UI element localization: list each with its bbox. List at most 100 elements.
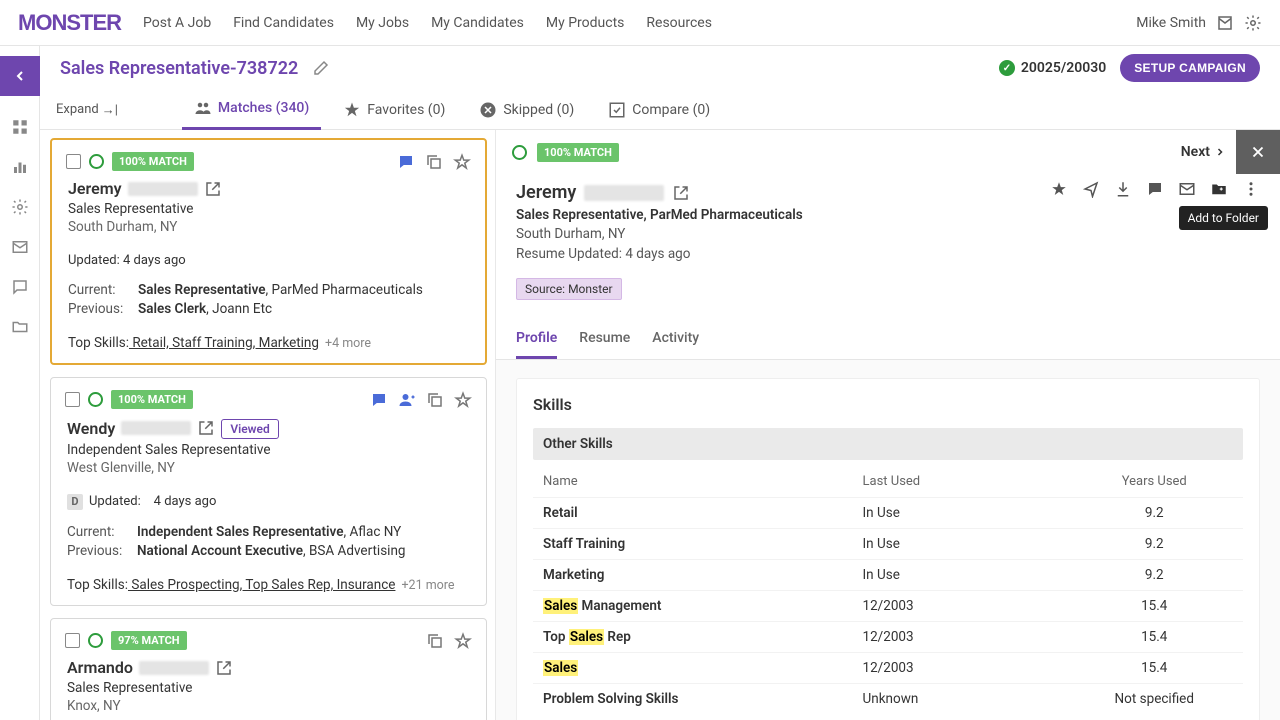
candidate-detail: 100% MATCH Next Jeremy Sales Representat… — [496, 130, 1280, 720]
tab-skipped[interactable]: Skipped (0) — [467, 90, 586, 130]
skills-title: Skills — [533, 395, 1243, 414]
skill-row: Top Sales Rep12/200315.4 — [533, 622, 1243, 653]
folder-icon[interactable] — [11, 318, 29, 336]
select-checkbox[interactable] — [66, 154, 81, 169]
candidate-title: Sales Representative — [67, 680, 470, 696]
job-header: Sales Representative-738722 ✓ 20025/2003… — [40, 46, 1280, 90]
brand-logo: MONSTER — [18, 10, 121, 36]
card-star-icon[interactable] — [454, 391, 472, 409]
detail-tab-profile[interactable]: Profile — [516, 330, 557, 359]
skill-row: Sales12/200315.4 — [533, 653, 1243, 684]
gear-icon[interactable] — [1244, 14, 1262, 32]
candidate-title: Independent Sales Representative — [67, 442, 470, 458]
external-link-icon[interactable] — [197, 419, 215, 437]
card-chat-icon[interactable] — [397, 153, 415, 171]
main-tabs: Expand →| Matches (340) Favorites (0) Sk… — [40, 90, 1280, 130]
skill-row: RetailIn Use9.2 — [533, 498, 1243, 529]
expand-icon: →| — [102, 102, 118, 118]
match-badge: 100% MATCH — [537, 143, 619, 162]
skills-table: Name Last Used Years Used RetailIn Use9.… — [533, 466, 1243, 714]
rail-mail-icon[interactable] — [11, 238, 29, 256]
skill-row: Staff TrainingIn Use9.2 — [533, 529, 1243, 560]
chart-icon[interactable] — [11, 158, 29, 176]
candidate-name: Armando — [67, 658, 470, 677]
quota-label: ✓ 20025/20030 — [999, 60, 1106, 76]
presence-indicator — [512, 145, 527, 160]
skills-subhead: Other Skills — [533, 428, 1243, 460]
compare-icon — [608, 101, 626, 119]
candidate-current: Current:Sales Representative, ParMed Pha… — [68, 282, 469, 298]
card-copy-icon[interactable] — [426, 391, 444, 409]
candidate-card[interactable]: 97% MATCHArmandoSales RepresentativeKnox… — [50, 618, 487, 720]
candidate-card[interactable]: 100% MATCHJeremySales RepresentativeSout… — [50, 138, 487, 365]
add-folder-icon[interactable] — [1210, 180, 1228, 198]
detail-title: Sales Representative, ParMed Pharmaceuti… — [516, 207, 1260, 223]
nav-my-jobs[interactable]: My Jobs — [356, 15, 409, 31]
candidate-list: 100% MATCH Jeremy Sales Representative Sout… — [40, 130, 496, 720]
edit-icon[interactable] — [312, 59, 330, 77]
nav-resources[interactable]: Resources — [646, 15, 712, 31]
candidate-location: South Durham, NY — [68, 219, 469, 235]
match-badge: 100% MATCH — [111, 390, 193, 409]
skill-row: MarketingIn Use9.2 — [533, 560, 1243, 591]
rail-chat-icon[interactable] — [11, 278, 29, 296]
grid-icon[interactable] — [11, 118, 29, 136]
skills-panel: Skills Other Skills Name Last Used Years… — [516, 378, 1260, 720]
col-years: Years Used — [1066, 466, 1244, 498]
select-checkbox[interactable] — [65, 392, 80, 407]
more-icon[interactable] — [1242, 180, 1260, 198]
candidate-skills: Top Skills: Retail, Staff Training, Mark… — [68, 335, 469, 351]
external-link-icon[interactable] — [204, 180, 222, 198]
presence-indicator — [89, 154, 104, 169]
candidate-updated: DUpdated: 4 days ago — [67, 494, 470, 510]
source-tag: Source: Monster — [516, 278, 622, 300]
candidate-name: Jeremy — [68, 179, 469, 198]
col-name: Name — [533, 466, 853, 498]
detail-tab-activity[interactable]: Activity — [652, 330, 699, 359]
close-button[interactable] — [1236, 130, 1280, 174]
tab-favorites[interactable]: Favorites (0) — [331, 90, 457, 130]
star-tab-icon — [343, 101, 361, 119]
candidate-previous: Previous:Sales Clerk, Joann Etc — [68, 301, 469, 317]
next-button[interactable]: Next — [1181, 144, 1226, 160]
external-link-icon[interactable] — [672, 184, 690, 202]
email-icon[interactable] — [1178, 180, 1196, 198]
nav-my-products[interactable]: My Products — [546, 15, 625, 31]
settings-icon[interactable] — [11, 198, 29, 216]
back-button[interactable] — [0, 56, 40, 96]
candidate-name: WendyViewed — [67, 417, 470, 439]
download-icon[interactable] — [1114, 180, 1132, 198]
share-icon[interactable] — [1082, 180, 1100, 198]
match-badge: 97% MATCH — [111, 631, 187, 650]
detail-tab-resume[interactable]: Resume — [579, 330, 630, 359]
expand-button[interactable]: Expand →| — [52, 98, 122, 122]
skip-icon — [479, 101, 497, 119]
candidate-location: West Glenville, NY — [67, 460, 470, 476]
col-last: Last Used — [853, 466, 1066, 498]
setup-campaign-button[interactable]: SETUP CAMPAIGN — [1120, 54, 1260, 82]
external-link-icon[interactable] — [215, 659, 233, 677]
tab-matches[interactable]: Matches (340) — [182, 90, 321, 130]
card-star-icon[interactable] — [453, 153, 471, 171]
card-chat-icon[interactable] — [370, 391, 388, 409]
nav-post-job[interactable]: Post A Job — [143, 15, 211, 31]
card-copy-icon[interactable] — [426, 632, 444, 650]
candidate-updated: Updated: 4 days ago — [68, 253, 469, 268]
candidate-card[interactable]: 100% MATCH WendyViewed Independent Sales R… — [50, 377, 487, 606]
detail-updated: Resume Updated: 4 days ago — [516, 246, 1260, 262]
card-star-icon[interactable] — [454, 632, 472, 650]
card-person-icon[interactable] — [398, 391, 416, 409]
card-copy-icon[interactable] — [425, 153, 443, 171]
chat-icon[interactable] — [1146, 180, 1164, 198]
nav-my-candidates[interactable]: My Candidates — [431, 15, 524, 31]
viewed-badge: Viewed — [221, 419, 278, 439]
mail-icon[interactable] — [1216, 14, 1234, 32]
people-icon — [194, 99, 212, 117]
favorite-icon[interactable] — [1050, 180, 1068, 198]
tab-compare[interactable]: Compare (0) — [596, 90, 722, 130]
select-checkbox[interactable] — [65, 633, 80, 648]
candidate-title: Sales Representative — [68, 201, 469, 217]
detail-location: South Durham, NY — [516, 226, 1260, 242]
nav-find-candidates[interactable]: Find Candidates — [233, 15, 334, 31]
skill-row: Sales Management12/200315.4 — [533, 591, 1243, 622]
